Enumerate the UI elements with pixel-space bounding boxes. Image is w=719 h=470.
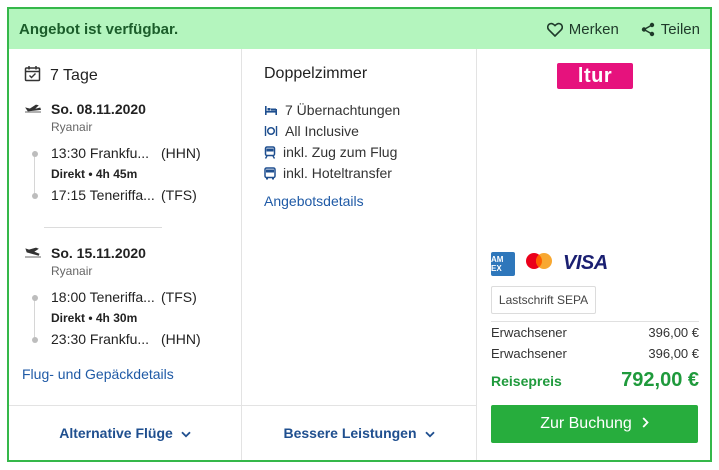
- feature-transfer: inkl. Hoteltransfer: [264, 165, 392, 181]
- total-label: Reisepreis: [491, 373, 562, 389]
- outbound-departure-time: 13:30 Frankfu...: [51, 145, 150, 161]
- outbound-date: So. 08.11.2020: [24, 101, 229, 117]
- price-row: Erwachsener 396,00 €: [491, 346, 699, 361]
- price-row-value: 396,00 €: [648, 325, 699, 340]
- booking-cell: Zur Buchung: [477, 405, 710, 460]
- chevron-down-icon: [181, 425, 191, 441]
- return-arrival-time: 23:30 Frankfu...: [51, 331, 150, 347]
- total-value: 792,00 €: [621, 369, 699, 391]
- feature-board: All Inclusive: [264, 123, 359, 139]
- chevron-right-icon: [642, 415, 649, 433]
- leg-divider: [44, 227, 162, 228]
- feature-train: inkl. Zug zum Flug: [264, 144, 397, 160]
- return-departure-time: 18:00 Teneriffa...: [51, 289, 155, 305]
- feature-nights: 7 Übernachtungen: [264, 102, 400, 118]
- bed-icon: [264, 105, 278, 116]
- timeline-dot: [32, 337, 38, 343]
- room-type: Doppelzimmer: [264, 65, 368, 82]
- amex-icon: AM EX: [491, 251, 515, 276]
- mastercard-icon: [523, 251, 555, 276]
- save-label: Merken: [568, 20, 619, 38]
- train-icon: [264, 145, 276, 159]
- return-airline: Ryanair: [51, 264, 93, 278]
- outbound-arrival-code: (TFS): [161, 187, 197, 203]
- outbound-timeline: [34, 151, 35, 197]
- bus-icon: [264, 166, 276, 180]
- alt-flights-cell: Alternative Flüge: [9, 405, 242, 460]
- flight-column: 7 Tage So. 08.11.2020 Ryanair 13:30 Fran…: [9, 49, 242, 405]
- return-date-text: So. 15.11.2020: [51, 245, 146, 261]
- timeline-dot: [32, 151, 38, 157]
- brand-text: ltur: [577, 64, 613, 87]
- cutlery-icon: [264, 125, 278, 137]
- hotel-column: Doppelzimmer 7 Übernachtungen All Inclus…: [242, 49, 477, 405]
- return-arrival: 23:30 Frankfu... (HHN): [32, 331, 231, 347]
- plane-arrival-icon: [24, 245, 42, 261]
- calendar-icon: [24, 65, 41, 87]
- better-services-button[interactable]: Bessere Leistungen: [242, 406, 476, 460]
- outbound-info: Direkt • 4h 45m: [51, 167, 138, 181]
- outbound-departure: 13:30 Frankfu... (HHN): [32, 145, 231, 161]
- feature-train-label: inkl. Zug zum Flug: [283, 144, 398, 160]
- availability-text: Angebot ist verfügbar.: [19, 20, 179, 38]
- plane-departure-icon: [24, 101, 42, 117]
- pricing-column: ltur AM EX VISA Lastschrift SEPA Erwachs…: [477, 49, 710, 405]
- duration-text: 7 Tage: [50, 67, 98, 84]
- return-departure: 18:00 Teneriffa... (TFS): [32, 289, 231, 305]
- price-divider: [491, 321, 699, 322]
- outbound-departure-code: (HHN): [161, 145, 201, 161]
- outbound-arrival: 17:15 Teneriffa... (TFS): [32, 187, 231, 203]
- sepa-badge: Lastschrift SEPA: [491, 286, 596, 314]
- share-button[interactable]: Teilen: [641, 21, 700, 38]
- visa-icon: VISA: [563, 252, 608, 275]
- outbound-airline: Ryanair: [51, 120, 93, 134]
- book-button[interactable]: Zur Buchung: [491, 405, 698, 443]
- return-leg: So. 15.11.2020 Ryanair 18:00 Teneriffa..…: [24, 245, 229, 355]
- timeline-dot: [32, 295, 38, 301]
- return-date: So. 15.11.2020: [24, 245, 229, 261]
- price-row-value: 396,00 €: [648, 346, 699, 361]
- return-departure-code: (TFS): [161, 289, 197, 305]
- return-info: Direkt • 4h 30m: [51, 311, 138, 325]
- return-timeline: [34, 295, 35, 341]
- outbound-leg: So. 08.11.2020 Ryanair 13:30 Frankfu... …: [24, 101, 229, 211]
- alternative-flights-button[interactable]: Alternative Flüge: [9, 406, 241, 460]
- feature-board-label: All Inclusive: [285, 123, 359, 139]
- flight-details-link[interactable]: Flug- und Gepäckdetails: [22, 366, 174, 382]
- offer-details-link[interactable]: Angebotsdetails: [264, 193, 364, 209]
- total-price: Reisepreis 792,00 €: [491, 369, 699, 392]
- book-label: Zur Buchung: [540, 415, 632, 432]
- amex-icon-text: AM EX: [491, 254, 504, 273]
- trip-duration: 7 Tage: [24, 65, 98, 87]
- ltur-logo: ltur: [557, 63, 633, 89]
- return-arrival-code: (HHN): [161, 331, 201, 347]
- header-actions: Merken Teilen: [546, 9, 700, 49]
- price-row-label: Erwachsener: [491, 325, 567, 340]
- share-label: Teilen: [660, 20, 700, 38]
- offer-card: Angebot ist verfügbar. Merken Teilen 7 T…: [7, 7, 712, 462]
- feature-nights-label: 7 Übernachtungen: [285, 102, 401, 118]
- chevron-down-icon: [424, 425, 435, 441]
- heart-icon: [546, 22, 563, 37]
- alternative-flights-label: Alternative Flüge: [59, 425, 173, 441]
- save-button[interactable]: Merken: [546, 20, 619, 38]
- price-row: Erwachsener 396,00 €: [491, 325, 699, 340]
- timeline-dot: [32, 193, 38, 199]
- availability-bar: Angebot ist verfügbar. Merken Teilen: [9, 9, 710, 49]
- payment-methods: AM EX VISA: [491, 251, 608, 276]
- share-icon: [641, 22, 655, 37]
- feature-transfer-label: inkl. Hoteltransfer: [283, 165, 392, 181]
- price-row-label: Erwachsener: [491, 346, 567, 361]
- better-services-cell: Bessere Leistungen: [242, 405, 477, 460]
- outbound-arrival-time: 17:15 Teneriffa...: [51, 187, 155, 203]
- visa-icon-text: VISA: [563, 252, 608, 274]
- outbound-date-text: So. 08.11.2020: [51, 101, 146, 117]
- better-services-label: Bessere Leistungen: [283, 425, 417, 441]
